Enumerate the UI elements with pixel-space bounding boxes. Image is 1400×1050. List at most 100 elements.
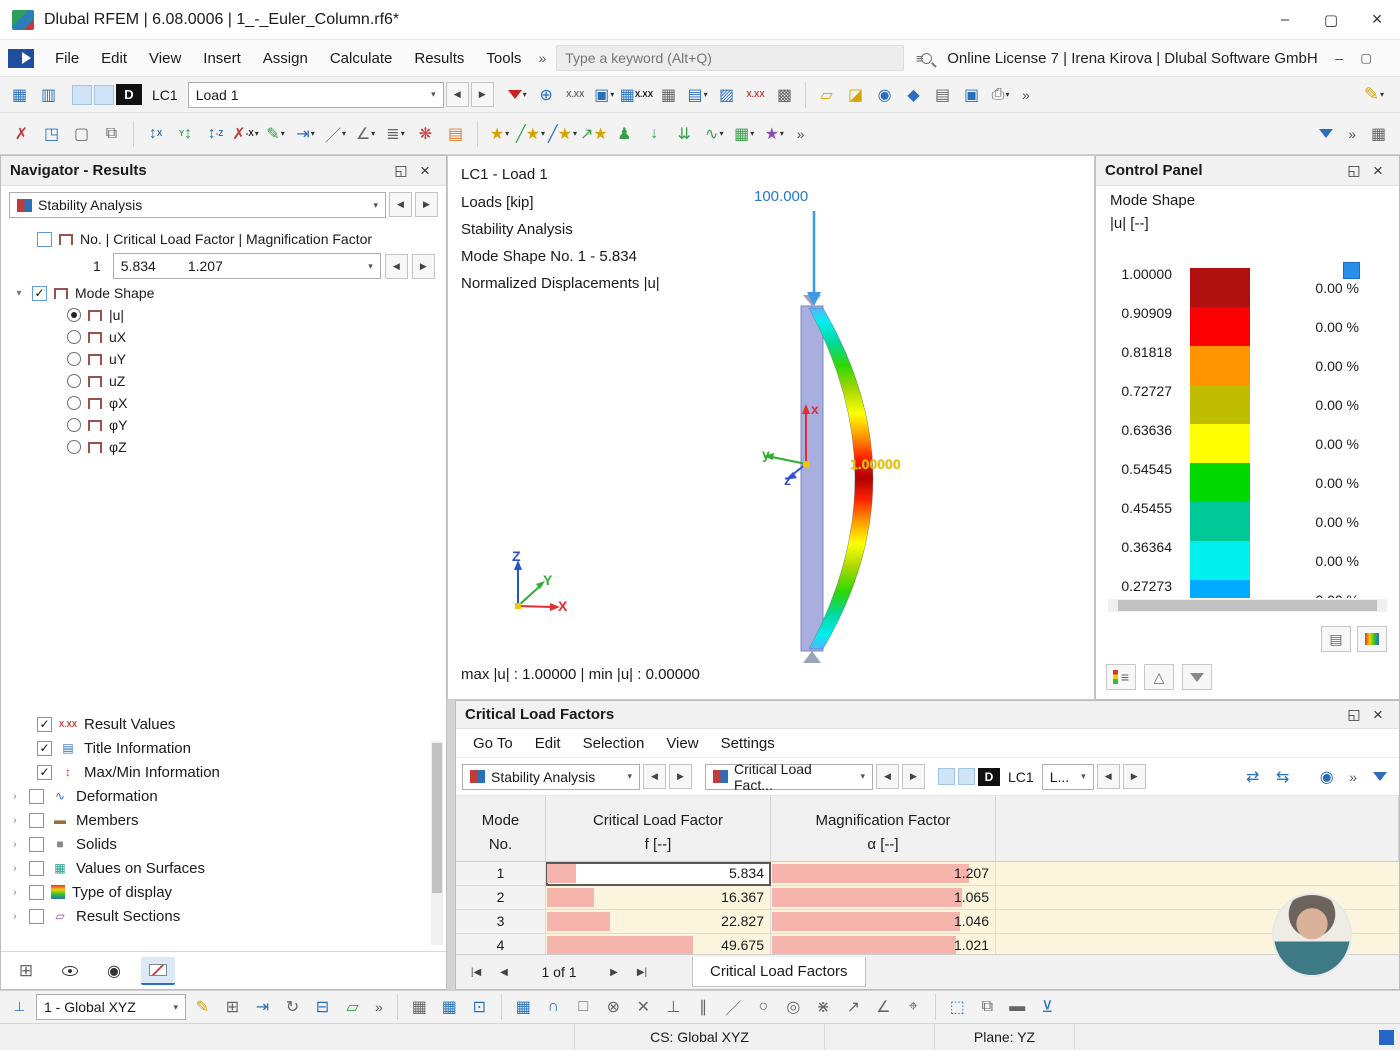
- table-export-icon[interactable]: ▦: [6, 81, 33, 108]
- scrollbar-thumb[interactable]: [1118, 600, 1377, 611]
- previous-mode-button[interactable]: ◀: [385, 254, 408, 279]
- scale-swatch[interactable]: [1190, 502, 1250, 541]
- next-load-case-button[interactable]: ▶: [471, 82, 494, 107]
- expander-icon[interactable]: ›: [9, 791, 21, 802]
- component-radio-phix[interactable]: [67, 396, 81, 410]
- component-radio-phiz[interactable]: [67, 440, 81, 454]
- select-window-icon[interactable]: ⬚: [944, 994, 971, 1021]
- component-label[interactable]: φY: [109, 417, 127, 433]
- table-menu-selection[interactable]: Selection: [572, 735, 656, 752]
- snap-guidelines-icon[interactable]: ⌖: [900, 994, 927, 1021]
- mode-shape-checkbox[interactable]: ✓: [32, 286, 47, 301]
- option-label[interactable]: Type of display: [72, 884, 172, 901]
- table-print-icon[interactable]: ▩: [771, 81, 798, 108]
- grid-icon[interactable]: ▦: [406, 994, 433, 1021]
- menu-assign[interactable]: Assign: [252, 40, 319, 76]
- float-panel-icon[interactable]: ◱: [1342, 703, 1366, 727]
- close-button[interactable]: ×: [1354, 1, 1400, 39]
- mode-number-cell[interactable]: 3: [456, 910, 546, 934]
- option-checkbox[interactable]: [29, 813, 44, 828]
- component-label[interactable]: uY: [109, 351, 126, 367]
- table-menu-settings[interactable]: Settings: [710, 735, 786, 752]
- sync-view-icon[interactable]: ⇆: [1269, 763, 1296, 790]
- snap-intersection-icon[interactable]: ⊗: [600, 994, 627, 1021]
- magnification-factor-cell[interactable]: 1.046: [771, 910, 996, 934]
- expander-icon[interactable]: ›: [9, 887, 21, 898]
- option-checkbox[interactable]: [29, 861, 44, 876]
- views-tab-icon[interactable]: [53, 957, 87, 985]
- option-label[interactable]: Max/Min Information: [84, 764, 220, 781]
- expander-icon[interactable]: ›: [9, 839, 21, 850]
- previous-loadcase-button[interactable]: ◀: [1097, 764, 1120, 789]
- close-panel-icon[interactable]: ×: [413, 159, 437, 183]
- table-menu-goto[interactable]: Go To: [462, 735, 524, 752]
- snap-nearest-icon[interactable]: ⋇: [810, 994, 837, 1021]
- component-label[interactable]: φZ: [109, 439, 127, 455]
- color-scale-edit-icon[interactable]: [1357, 626, 1387, 652]
- col-header-mode[interactable]: Mode: [458, 800, 543, 831]
- filter-results-icon[interactable]: [1312, 120, 1339, 147]
- mesh-refine-icon[interactable]: ❋: [412, 120, 439, 147]
- option-checkbox[interactable]: ✓: [37, 717, 52, 732]
- load-case-color-1[interactable]: [72, 85, 92, 105]
- toolbar2-overflow2-icon[interactable]: »: [1342, 126, 1362, 142]
- menu-results[interactable]: Results: [403, 40, 475, 76]
- option-checkbox[interactable]: [29, 789, 44, 804]
- snap-perpendicular-icon[interactable]: ⊥: [660, 994, 687, 1021]
- minimize-button[interactable]: –: [1262, 1, 1308, 39]
- expander-icon[interactable]: ›: [9, 863, 21, 874]
- option-checkbox[interactable]: ✓: [37, 741, 52, 756]
- chevron-down-icon[interactable]: ▾: [860, 771, 865, 782]
- scale-balance-icon[interactable]: △: [1144, 664, 1174, 690]
- next-table-button[interactable]: ▶: [669, 764, 692, 789]
- show-results-icon[interactable]: ▣▾: [591, 81, 618, 108]
- table-menu-view[interactable]: View: [655, 735, 709, 752]
- menu-calculate[interactable]: Calculate: [319, 40, 404, 76]
- table-settings-icon[interactable]: ▤▾: [684, 81, 711, 108]
- snap-quadrant-icon[interactable]: ◎: [780, 994, 807, 1021]
- print-icon[interactable]: ⎙▾: [987, 81, 1014, 108]
- doc-minimize-icon[interactable]: –: [1326, 45, 1353, 72]
- new-member-icon[interactable]: ╱★▾: [548, 120, 577, 147]
- modify-geometry-icon[interactable]: ✎▾: [262, 120, 289, 147]
- load-case-combobox[interactable]: Load 1 ▾: [188, 82, 444, 108]
- table-search-icon[interactable]: ▨: [713, 81, 740, 108]
- expander-icon[interactable]: ›: [9, 911, 21, 922]
- critical-load-factor-cell[interactable]: 22.827: [546, 910, 771, 934]
- magnification-factor-cell[interactable]: 1.207: [771, 862, 996, 886]
- edit-solid-icon[interactable]: ◳: [38, 120, 65, 147]
- float-panel-icon[interactable]: ◱: [389, 159, 413, 183]
- toolbar1-overflow-icon[interactable]: »: [1016, 87, 1036, 103]
- grid-settings-icon[interactable]: ▦: [436, 994, 463, 1021]
- coordinate-system-combobox[interactable]: 1 - Global XYZ ▾: [36, 994, 186, 1020]
- chevron-down-icon[interactable]: ▾: [173, 1002, 178, 1013]
- snap-parallel-icon[interactable]: ∥: [690, 994, 717, 1021]
- menu-file[interactable]: File: [44, 40, 90, 76]
- option-label[interactable]: Members: [76, 812, 139, 829]
- calculation-grid-icon[interactable]: ▦: [655, 81, 682, 108]
- critical-load-factor-cell[interactable]: 16.367: [546, 886, 771, 910]
- wall-icon[interactable]: ▤: [442, 120, 469, 147]
- new-node-icon[interactable]: ★▾: [486, 120, 513, 147]
- save-icon[interactable]: ▣: [958, 81, 985, 108]
- move-cs-icon[interactable]: ⇥: [249, 994, 276, 1021]
- scale-swatch[interactable]: [1190, 541, 1250, 580]
- component-radio-u[interactable]: [67, 308, 81, 322]
- table-layout-icon[interactable]: ▦: [1365, 120, 1392, 147]
- option-checkbox[interactable]: [29, 909, 44, 924]
- keyword-search[interactable]: [556, 45, 904, 71]
- section-icon[interactable]: ≣▾: [382, 120, 409, 147]
- mode-shape-label[interactable]: Mode Shape: [75, 285, 154, 301]
- component-radio-ux[interactable]: [67, 330, 81, 344]
- next-mode-button[interactable]: ▶: [412, 254, 435, 279]
- scale-swatch[interactable]: [1190, 385, 1250, 424]
- move-y-icon[interactable]: Y↕: [172, 120, 199, 147]
- new-line-icon[interactable]: ╱★▾: [516, 120, 545, 147]
- copy-object-icon[interactable]: ⧉: [98, 120, 125, 147]
- edit-object-icon[interactable]: ▢: [68, 120, 95, 147]
- first-page-button[interactable]: |◀: [464, 961, 488, 983]
- chevron-down-icon[interactable]: ▾: [1081, 771, 1086, 782]
- design-situation-badge[interactable]: D: [978, 768, 1000, 786]
- expander-icon[interactable]: ›: [9, 815, 21, 826]
- chevron-down-icon[interactable]: ▾: [431, 89, 436, 100]
